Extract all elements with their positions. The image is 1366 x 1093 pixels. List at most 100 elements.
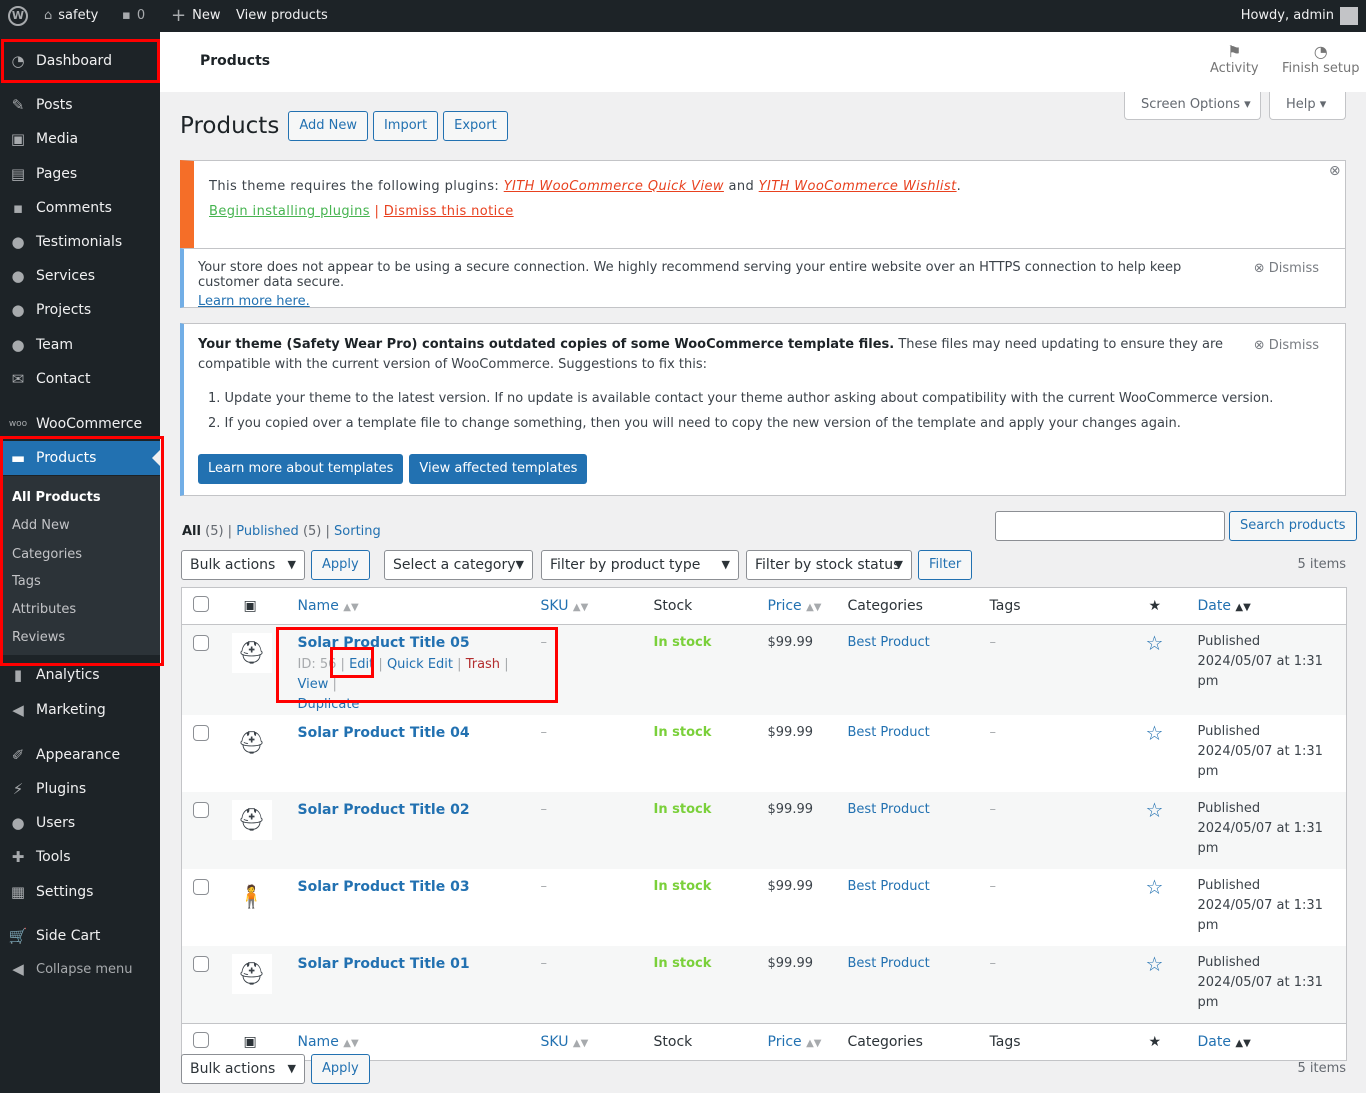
column-name[interactable]: Name ▲▼ [286,588,531,625]
menu-pages[interactable]: ▤ Pages [0,157,160,191]
menu-media[interactable]: ▣ Media [0,122,160,156]
select-all-checkbox[interactable] [193,596,209,612]
dismiss-template-button[interactable]: ⊗ Dismiss [1254,336,1319,356]
column-date[interactable]: Date ▲▼ [1188,1023,1347,1060]
product-name-link[interactable]: Solar Product Title 01 [298,956,470,972]
menu-posts[interactable]: ✎ Posts [0,88,160,122]
dismiss-notice-link[interactable]: Dismiss this notice [384,204,514,219]
learn-more-link[interactable]: Learn more here. [198,294,310,309]
wordpress-logo-icon[interactable]: W [8,0,28,32]
edit-link[interactable]: Edit [349,657,374,672]
product-thumbnail[interactable]: ⛑ [231,633,272,673]
quick-edit-link[interactable]: Quick Edit [387,657,453,672]
submenu-attributes[interactable]: Attributes [12,602,76,617]
view-link[interactable]: View [298,677,329,692]
submenu-categories[interactable]: Categories [12,547,82,562]
site-link[interactable]: ⌂ safety [44,0,98,32]
menu-testimonials[interactable]: ● Testimonials [0,225,160,259]
product-type-select[interactable]: Filter by product type ▼ [541,550,739,580]
column-sku[interactable]: SKU ▲▼ [531,1023,644,1060]
menu-marketing[interactable]: ◀ Marketing [0,693,160,727]
column-date[interactable]: Date ▲▼ [1188,588,1347,625]
product-name-link[interactable]: Solar Product Title 02 [298,802,470,818]
menu-services[interactable]: ● Services [0,259,160,293]
product-thumbnail[interactable]: ⛑ [231,723,272,763]
featured-star-outline-icon[interactable]: ☆ [1146,721,1164,745]
menu-side-cart[interactable]: 🛒 Side Cart [0,919,160,953]
featured-star-outline-icon[interactable]: ☆ [1146,631,1164,655]
screen-options-button[interactable]: Screen Options ▾ [1124,92,1261,120]
menu-team[interactable]: ● Team [0,328,160,362]
help-button[interactable]: Help ▾ [1269,92,1346,120]
category-link[interactable]: Best Product [848,879,930,894]
new-link[interactable]: + New [171,0,220,32]
menu-dashboard[interactable]: ◔ Dashboard [0,44,160,78]
menu-users[interactable]: ● Users [0,806,160,840]
submenu-add-new[interactable]: Add New [12,518,70,533]
begin-installing-link[interactable]: Begin installing plugins [209,204,370,219]
stock-status-select[interactable]: Filter by stock status ▼ [746,550,912,580]
menu-comments[interactable]: ▪ Comments [0,191,160,225]
plugin-link-quick-view[interactable]: YITH WooCommerce Quick View [504,179,724,194]
row-checkbox[interactable] [193,956,209,972]
search-input[interactable] [995,511,1225,541]
select-all-checkbox[interactable] [193,1031,209,1048]
dismiss-ssl-button[interactable]: ⊗ Dismiss [1254,261,1319,276]
product-name-link[interactable]: Solar Product Title 04 [298,725,470,741]
menu-appearance[interactable]: ✐ Appearance [0,738,160,772]
featured-star-outline-icon[interactable]: ☆ [1146,798,1164,822]
product-thumbnail[interactable]: ⛑ [231,954,272,994]
view-affected-templates-button[interactable]: View affected templates [409,454,588,484]
plugin-link-wishlist[interactable]: YITH WooCommerce Wishlist [759,179,957,194]
view-sorting[interactable]: Sorting [334,524,381,539]
add-new-button[interactable]: Add New [288,111,368,141]
product-thumbnail[interactable]: ⛑ [231,800,272,840]
apply-button-bottom[interactable]: Apply [311,1054,370,1084]
import-button[interactable]: Import [372,111,439,141]
menu-tools[interactable]: ✚ Tools [0,840,160,874]
product-name-link[interactable]: Solar Product Title 03 [298,879,470,895]
collapse-menu[interactable]: ◀ Collapse menu [0,952,160,986]
close-icon[interactable]: ⊗ [1329,163,1341,179]
menu-woocommerce[interactable]: woo WooCommerce [0,407,160,441]
account-menu[interactable]: Howdy, admin [1241,0,1358,32]
menu-contact[interactable]: ✉ Contact [0,362,160,396]
view-products-link[interactable]: View products [236,0,328,32]
finish-setup-button[interactable]: ◔ Finish setup [1282,42,1360,76]
row-checkbox[interactable] [193,635,209,651]
search-products-button[interactable]: Search products [1229,511,1357,541]
bulk-actions-select-bottom[interactable]: Bulk actions ▼ [181,1054,305,1084]
category-link[interactable]: Best Product [848,725,930,740]
menu-settings[interactable]: ▦ Settings [0,875,160,909]
view-all[interactable]: All [182,524,201,539]
column-price[interactable]: Price ▲▼ [758,588,838,625]
export-button[interactable]: Export [443,111,508,141]
category-link[interactable]: Best Product [848,956,930,971]
submenu-tags[interactable]: Tags [12,574,41,589]
submenu-reviews[interactable]: Reviews [12,630,65,645]
menu-projects[interactable]: ● Projects [0,293,160,327]
featured-star-outline-icon[interactable]: ☆ [1146,952,1164,976]
filter-button[interactable]: Filter [918,550,973,580]
category-select[interactable]: Select a category ▼ [384,550,533,580]
menu-plugins[interactable]: ⚡ Plugins [0,772,160,806]
featured-star-outline-icon[interactable]: ☆ [1146,875,1164,899]
submenu-all-products[interactable]: All Products [12,490,101,505]
apply-button[interactable]: Apply [311,550,370,580]
activity-button[interactable]: ⚑ Activity [1210,42,1259,76]
product-thumbnail[interactable]: 🧍 [231,877,272,917]
row-checkbox[interactable] [193,802,209,818]
column-sku[interactable]: SKU ▲▼ [531,588,644,625]
trash-link[interactable]: Trash [466,657,500,672]
menu-analytics[interactable]: ▮ Analytics [0,658,160,692]
category-link[interactable]: Best Product [848,802,930,817]
row-checkbox[interactable] [193,879,209,895]
column-price[interactable]: Price ▲▼ [758,1023,838,1060]
duplicate-link[interactable]: Duplicate [298,697,360,712]
view-published[interactable]: Published [236,524,299,539]
bulk-actions-select[interactable]: Bulk actions ▼ [181,550,305,580]
product-name-link[interactable]: Solar Product Title 05 [298,635,470,651]
row-checkbox[interactable] [193,725,209,741]
category-link[interactable]: Best Product [848,635,930,650]
comments-link[interactable]: ▪ 0 [122,0,145,32]
